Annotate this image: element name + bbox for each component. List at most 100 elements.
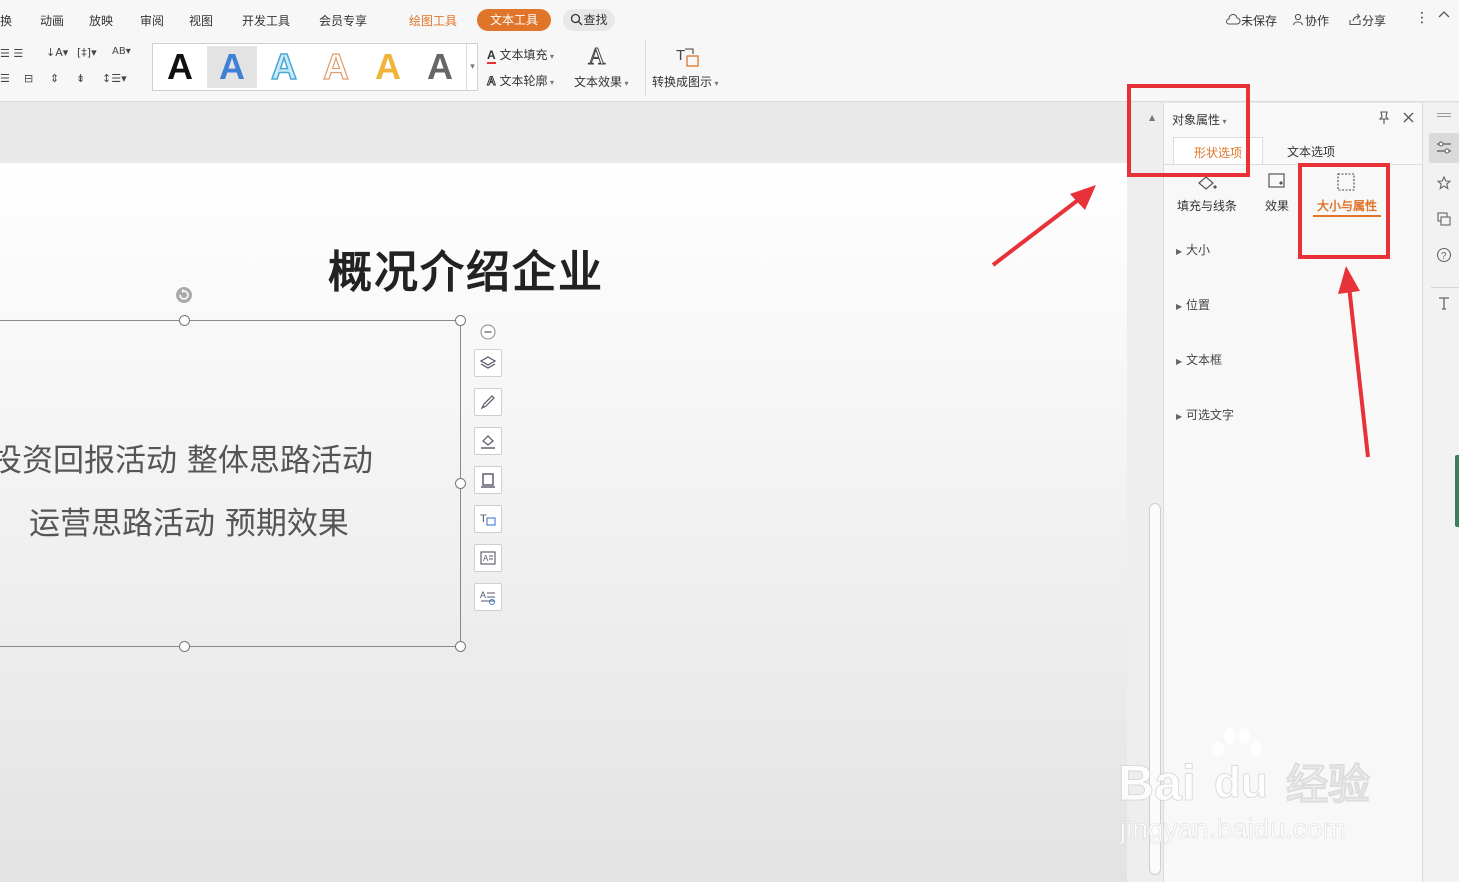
section-alt-text-label: 可选文字 bbox=[1185, 408, 1234, 422]
text-style-outline-blue[interactable]: A bbox=[259, 45, 309, 88]
text-direction-icon[interactable]: AB▾ bbox=[112, 46, 131, 57]
section-position[interactable]: ▶ 位置 bbox=[1176, 296, 1210, 313]
selected-textbox[interactable]: 投资回报活动 整体思路活动 运营思路活动 预期效果 bbox=[0, 320, 461, 647]
svg-text:A: A bbox=[480, 590, 486, 600]
subtab-fill-line[interactable]: 填充与线条 bbox=[1175, 172, 1239, 214]
search-label: 查找 bbox=[583, 13, 608, 27]
subtab-effects-label: 效果 bbox=[1265, 199, 1290, 213]
resize-handle-bottom[interactable] bbox=[179, 641, 190, 652]
close-icon[interactable] bbox=[1402, 111, 1415, 124]
text-icon[interactable] bbox=[1436, 295, 1452, 311]
svg-text:T: T bbox=[676, 47, 685, 64]
distribute-icon[interactable]: ⊟ bbox=[24, 72, 33, 85]
transition-icon[interactable] bbox=[1436, 211, 1452, 227]
menu-item-animation[interactable]: 动画 bbox=[40, 12, 64, 29]
outline-tool[interactable] bbox=[474, 466, 502, 494]
menu-item-slideshow[interactable]: 放映 bbox=[89, 12, 113, 29]
side-edge-tab[interactable] bbox=[1455, 455, 1459, 527]
text-style-blue[interactable]: A bbox=[207, 46, 257, 88]
convert-to-diagram-button[interactable]: T 转换成图示 ▾ bbox=[652, 44, 732, 94]
animation-star-icon[interactable] bbox=[1436, 175, 1452, 191]
text-style-gray[interactable]: A bbox=[415, 46, 465, 88]
gallery-more-icon[interactable]: ▾ bbox=[466, 44, 478, 90]
text-style-outline-orange[interactable]: A bbox=[311, 45, 361, 88]
section-alt-text[interactable]: ▶ 可选文字 bbox=[1176, 406, 1234, 423]
sort-icon[interactable]: ↓A▾ bbox=[46, 46, 68, 59]
layers-tool[interactable] bbox=[474, 349, 502, 377]
text-diagram-icon: T bbox=[480, 513, 496, 526]
watermark-brand-2: du bbox=[1214, 758, 1269, 808]
share-icon bbox=[1349, 13, 1361, 26]
sidebar-properties-button[interactable] bbox=[1429, 133, 1459, 163]
section-textbox-label: 文本框 bbox=[1185, 353, 1222, 367]
search-button[interactable]: 查找 bbox=[563, 9, 615, 31]
watermark-cn: 经验 bbox=[1285, 760, 1371, 810]
align-box-icon[interactable]: [‡]▾ bbox=[77, 46, 97, 59]
text-style-gallery: A A A A A A ▾ bbox=[152, 43, 478, 91]
section-position-label: 位置 bbox=[1185, 298, 1210, 312]
convert-label: 转换成图示 bbox=[652, 75, 713, 89]
baidu-watermark: Bai du 经验 jingyan.baidu.com bbox=[1118, 725, 1398, 855]
pen-tool[interactable] bbox=[474, 388, 502, 416]
menu-item-member[interactable]: 会员专享 bbox=[319, 12, 367, 29]
text-outline-button[interactable]: A 文本轮廓 ▾ bbox=[487, 72, 555, 89]
spacing-dropdown-icon[interactable]: ↕☰▾ bbox=[102, 72, 127, 85]
text-style-gold[interactable]: A bbox=[363, 46, 413, 88]
text-outline-icon: A bbox=[487, 74, 497, 89]
share-label: 分享 bbox=[1362, 14, 1387, 28]
more-icon[interactable]: ⋮ bbox=[1415, 10, 1429, 26]
tab-text-tools[interactable]: 文本工具 bbox=[477, 9, 551, 31]
shape-outline-icon bbox=[481, 473, 495, 488]
subtab-effects[interactable]: 效果 bbox=[1262, 172, 1294, 214]
menu-item-review[interactable]: 审阅 bbox=[140, 12, 164, 29]
resize-handle-right[interactable] bbox=[455, 478, 466, 489]
text-box-tool[interactable]: A bbox=[474, 544, 502, 572]
watermark-url: jingyan.baidu.com bbox=[1120, 813, 1346, 845]
text-format-icon: A bbox=[480, 590, 495, 605]
para-spacing-icon[interactable]: ⇟ bbox=[76, 72, 85, 85]
svg-text:T: T bbox=[480, 513, 487, 525]
unsaved-status[interactable]: 未保存 bbox=[1225, 12, 1277, 29]
text-outline-label: 文本轮廓 bbox=[499, 74, 548, 88]
sidebar-menu-icon[interactable] bbox=[1437, 113, 1451, 114]
resize-handle-top-right[interactable] bbox=[455, 315, 466, 326]
share-button[interactable]: 分享 bbox=[1348, 12, 1386, 29]
text-style-black[interactable]: A bbox=[155, 46, 205, 88]
text-effect-button[interactable]: A 文本效果 ▾ bbox=[574, 44, 634, 94]
fill-tool[interactable] bbox=[474, 427, 502, 455]
menu-bar: 换 动画 放映 审阅 视图 开发工具 会员专享 绘图工具 文本工具 查找 未保存… bbox=[0, 0, 1459, 40]
canvas-margin bbox=[0, 103, 1127, 163]
svg-text:A: A bbox=[483, 554, 489, 563]
annotation-box-pane-title bbox=[1127, 84, 1250, 177]
layers-icon bbox=[479, 356, 497, 369]
annotation-arrow-upright bbox=[991, 185, 1096, 267]
rotate-handle-icon[interactable] bbox=[174, 285, 194, 305]
collab-button[interactable]: 协作 bbox=[1292, 12, 1329, 29]
convert-diagram-tool[interactable]: T bbox=[474, 505, 502, 533]
collapse-tools-icon[interactable] bbox=[480, 324, 496, 340]
tab-text-options[interactable]: 文本选项 bbox=[1287, 143, 1335, 160]
diagram-convert-icon: T bbox=[676, 47, 699, 67]
text-fill-button[interactable]: A 文本填充 ▾ bbox=[487, 46, 554, 64]
textbox-icon: A bbox=[480, 551, 496, 565]
tab-drawing-tools[interactable]: 绘图工具 bbox=[409, 12, 457, 29]
fill-bucket-icon bbox=[481, 435, 495, 449]
pin-icon[interactable] bbox=[1377, 110, 1391, 125]
resize-handle-top[interactable] bbox=[179, 315, 190, 326]
indent-icon[interactable]: ☰ ☰ bbox=[0, 47, 23, 60]
slide-title[interactable]: 概况介绍企业 bbox=[328, 236, 604, 300]
collapse-ribbon-icon[interactable] bbox=[1437, 8, 1451, 25]
textbox-line-1: 投资回报活动 整体思路活动 bbox=[0, 443, 373, 479]
line-spacing-icon[interactable]: ⇕ bbox=[50, 72, 59, 85]
search-icon bbox=[571, 13, 583, 26]
sliders-icon bbox=[1437, 141, 1451, 154]
text-format-tool[interactable]: A bbox=[474, 583, 502, 611]
section-size[interactable]: ▶ 大小 bbox=[1176, 241, 1210, 258]
menu-item-view[interactable]: 视图 bbox=[189, 12, 213, 29]
resize-handle-bottom-right[interactable] bbox=[455, 641, 466, 652]
menu-item-developer[interactable]: 开发工具 bbox=[242, 12, 290, 29]
align-left-icon[interactable]: ☰ bbox=[0, 72, 10, 85]
section-textbox[interactable]: ▶ 文本框 bbox=[1176, 351, 1222, 368]
menu-item-transition[interactable]: 换 bbox=[0, 12, 12, 29]
help-icon[interactable]: ? bbox=[1436, 247, 1452, 263]
